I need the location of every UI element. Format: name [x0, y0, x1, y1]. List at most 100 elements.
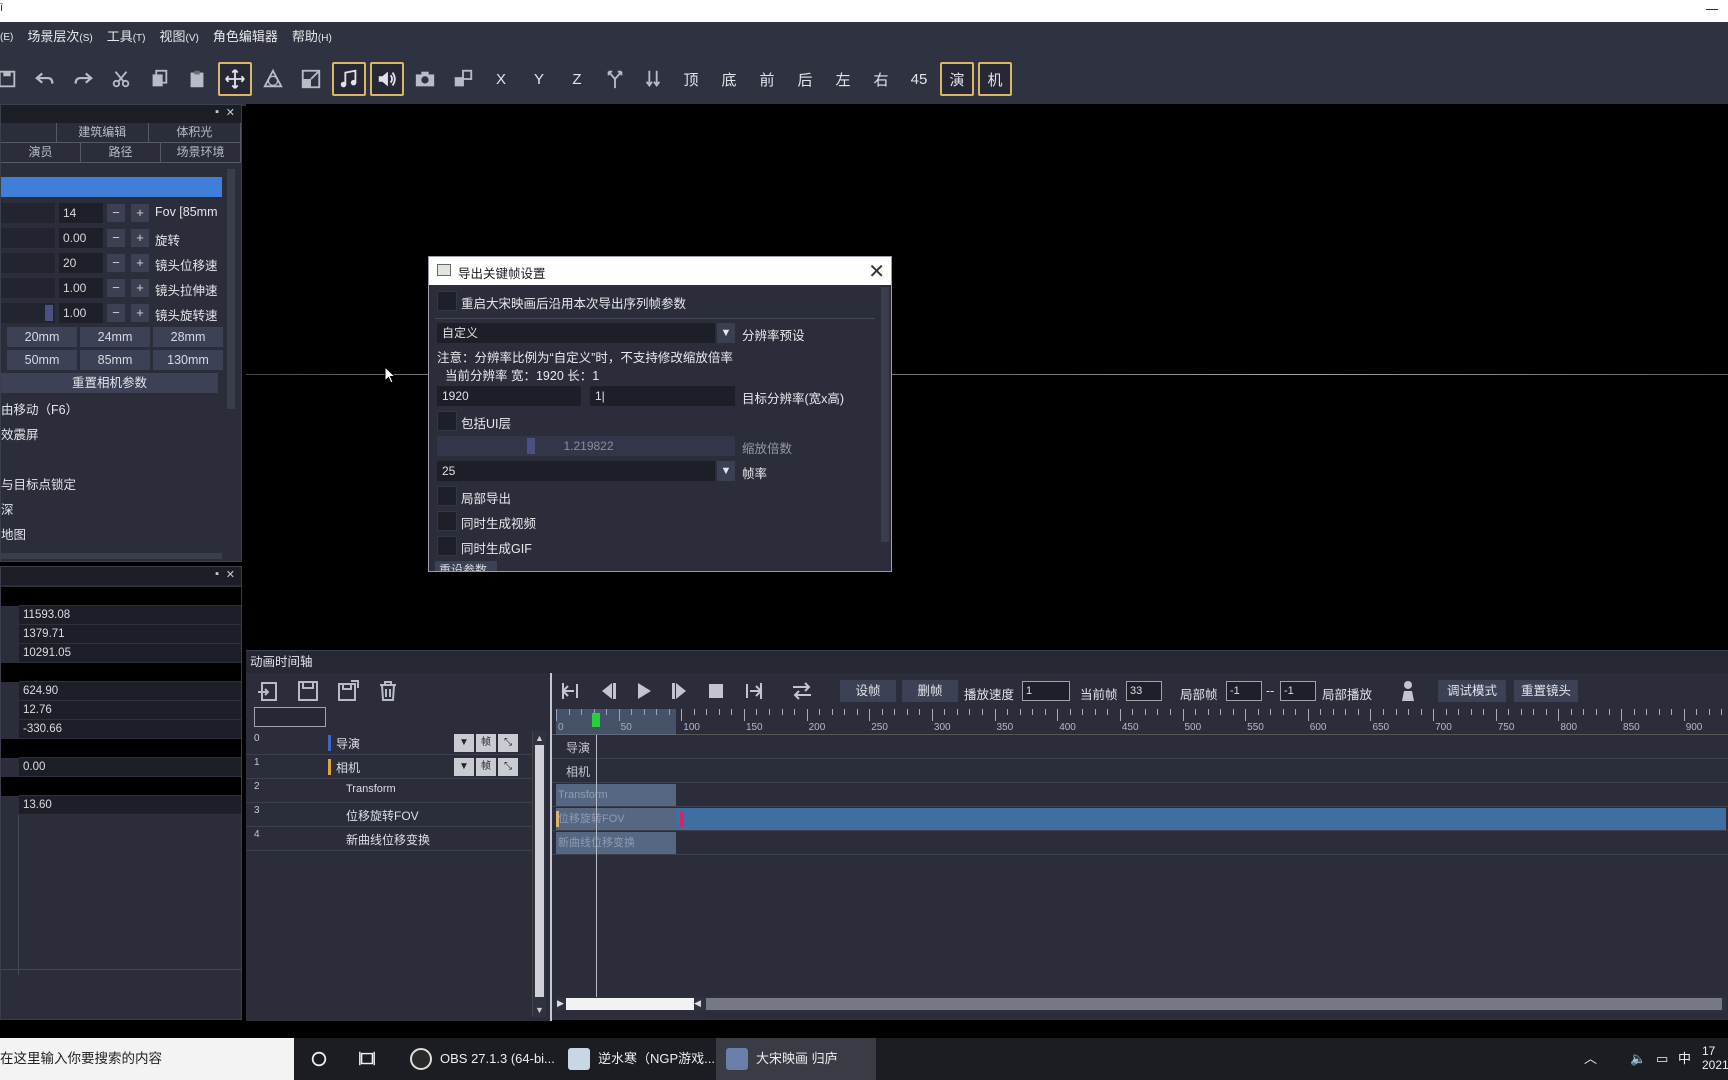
depth-option[interactable]: 深 — [1, 499, 14, 518]
volume-icon[interactable]: 🔈 — [1630, 1038, 1646, 1080]
remember-params-checkbox[interactable] — [437, 291, 457, 311]
view-top-button[interactable]: 顶 — [674, 62, 708, 96]
play-speed-input[interactable]: 1 — [1022, 681, 1070, 701]
ime-indicator[interactable]: 中 — [1678, 1038, 1691, 1080]
height-input[interactable]: 1| — [590, 386, 735, 406]
scrollbar-thumb[interactable] — [535, 745, 544, 997]
current-frame-input[interactable]: 33 — [1126, 681, 1162, 701]
lens-50mm-button[interactable]: 50mm — [7, 350, 77, 370]
cut-icon[interactable] — [104, 62, 138, 96]
frame-button[interactable]: 帧 — [476, 758, 496, 776]
track-row[interactable]: 2 Transform — [246, 779, 532, 803]
keyframe-clip[interactable]: 新曲线位移变换 — [556, 832, 676, 854]
tab-hidden[interactable] — [1, 123, 57, 142]
minus-button[interactable]: − — [107, 229, 125, 247]
plus-button[interactable]: + — [131, 254, 149, 272]
axis-z-button[interactable]: Z — [560, 62, 594, 96]
taskbar-app-obs[interactable]: OBS 27.1.3 (64-bi... — [400, 1038, 555, 1080]
tab-scene-environment[interactable]: 场景环境 — [161, 143, 241, 162]
tab-path[interactable]: 路径 — [81, 143, 161, 162]
lens-20mm-button[interactable]: 20mm — [7, 327, 77, 347]
keyframe-marker[interactable] — [680, 811, 684, 827]
target-lock-option[interactable]: 与目标点锁定 — [1, 474, 76, 493]
include-ui-checkbox[interactable] — [437, 411, 457, 431]
view-back-button[interactable]: 后 — [788, 62, 822, 96]
rotate-speed-value[interactable]: 1.00 — [59, 303, 103, 323]
lens-130mm-button[interactable]: 130mm — [153, 350, 223, 370]
music-icon[interactable] — [332, 62, 366, 96]
track-lane[interactable]: 导演 — [552, 735, 1728, 759]
panel-scrollbar[interactable] — [227, 169, 235, 409]
chevron-down-icon[interactable]: ▼ — [454, 758, 474, 776]
lens-28mm-button[interactable]: 28mm — [153, 327, 223, 347]
zoom-speed-value[interactable]: 1.00 — [59, 278, 103, 298]
scale-input[interactable]: 1.219822 — [437, 436, 735, 456]
collapse-icon[interactable]: ⤡ — [498, 734, 518, 752]
chevron-down-icon[interactable]: ▼ — [454, 734, 474, 752]
close-icon[interactable]: ✕ — [226, 106, 235, 119]
timeline-hscrollbar[interactable]: ▶ ◀ — [556, 997, 1726, 1011]
scroll-down-icon[interactable]: ▼ — [535, 1005, 544, 1015]
axis-x-button[interactable]: X — [484, 62, 518, 96]
lens-24mm-button[interactable]: 24mm — [80, 327, 150, 347]
set-frame-button[interactable]: 设帧 — [840, 680, 896, 702]
track-row[interactable]: 3 位移旋转FOV — [246, 803, 532, 827]
menu-view[interactable]: 视图(V) — [160, 26, 199, 45]
minus-button[interactable]: − — [107, 204, 125, 222]
partial-frame-to-input[interactable]: -1 — [1280, 681, 1316, 701]
camera-icon[interactable] — [408, 62, 442, 96]
copy-icon[interactable] — [142, 62, 176, 96]
redo-icon[interactable] — [66, 62, 100, 96]
taskbar-app-nishuihan[interactable]: 逆水寒（NGP游戏... — [558, 1038, 715, 1080]
move-speed-value[interactable]: 20 — [59, 253, 103, 273]
chevron-down-icon[interactable]: ▼ — [717, 323, 735, 343]
camera-mode-button[interactable]: 机 — [978, 62, 1012, 96]
generate-gif-checkbox[interactable] — [437, 536, 457, 556]
view-bottom-button[interactable]: 底 — [712, 62, 746, 96]
pin-icon[interactable]: ▪ — [215, 568, 219, 580]
scrollbar-thumb[interactable] — [566, 998, 694, 1010]
play-icon[interactable] — [632, 679, 658, 705]
selected-item-bar[interactable] — [1, 177, 222, 197]
plus-button[interactable]: + — [131, 229, 149, 247]
partial-play-label[interactable]: 局部播放 — [1322, 684, 1372, 703]
fps-select[interactable]: 25 — [437, 461, 715, 481]
scroll-right-icon[interactable]: ◀ — [694, 998, 701, 1009]
object-icon[interactable] — [446, 62, 480, 96]
map-option[interactable]: 地图 — [1, 524, 26, 543]
person-icon[interactable] — [1396, 679, 1422, 705]
scale-slider-handle[interactable] — [527, 438, 535, 454]
free-move-option[interactable]: 由移动（F6） — [1, 399, 78, 418]
plus-button[interactable]: + — [131, 279, 149, 297]
scale-tool-icon[interactable] — [294, 62, 328, 96]
taskbar-search-input[interactable]: 在这里输入你要搜索的内容 — [0, 1038, 294, 1080]
next-frame-icon[interactable] — [668, 679, 694, 705]
tray-expand-icon[interactable]: ︿ — [1584, 1038, 1597, 1080]
previous-frame-icon[interactable] — [596, 679, 622, 705]
minus-button[interactable]: − — [107, 304, 125, 322]
track-lane[interactable]: 位移旋转FOV — [552, 807, 1728, 831]
plus-button[interactable]: + — [131, 204, 149, 222]
tab-actors[interactable]: 演员 — [1, 143, 81, 162]
playhead-marker[interactable] — [592, 713, 600, 727]
taskbar-app-dasong[interactable]: 大宋映画 归庐 — [716, 1038, 876, 1080]
plus-button[interactable]: + — [131, 304, 149, 322]
axis-y-button[interactable]: Y — [522, 62, 556, 96]
partial-frame-from-input[interactable]: -1 — [1226, 681, 1262, 701]
rotation-value[interactable]: 0.00 — [59, 228, 103, 248]
view-right-button[interactable]: 右 — [864, 62, 898, 96]
view-left-button[interactable]: 左 — [826, 62, 860, 96]
track-row[interactable]: 0 导演 ▼ 帧 ⤡ — [246, 731, 532, 755]
save-icon[interactable] — [0, 62, 24, 96]
reset-camera-button[interactable]: 重置镜头 — [1514, 680, 1578, 702]
delete-frame-button[interactable]: 删帧 — [902, 680, 958, 702]
tab-building-edit[interactable]: 建筑编辑 — [57, 123, 149, 142]
scroll-left-icon[interactable]: ▶ — [557, 998, 564, 1009]
chevron-down-icon[interactable]: ▼ — [717, 461, 735, 481]
collapse-icon[interactable]: ⤡ — [498, 758, 518, 776]
pin-icon[interactable]: ▪ — [215, 106, 219, 118]
undo-icon[interactable] — [28, 62, 62, 96]
minus-button[interactable]: − — [107, 254, 125, 272]
sound-icon[interactable] — [370, 62, 404, 96]
generate-video-checkbox[interactable] — [437, 511, 457, 531]
